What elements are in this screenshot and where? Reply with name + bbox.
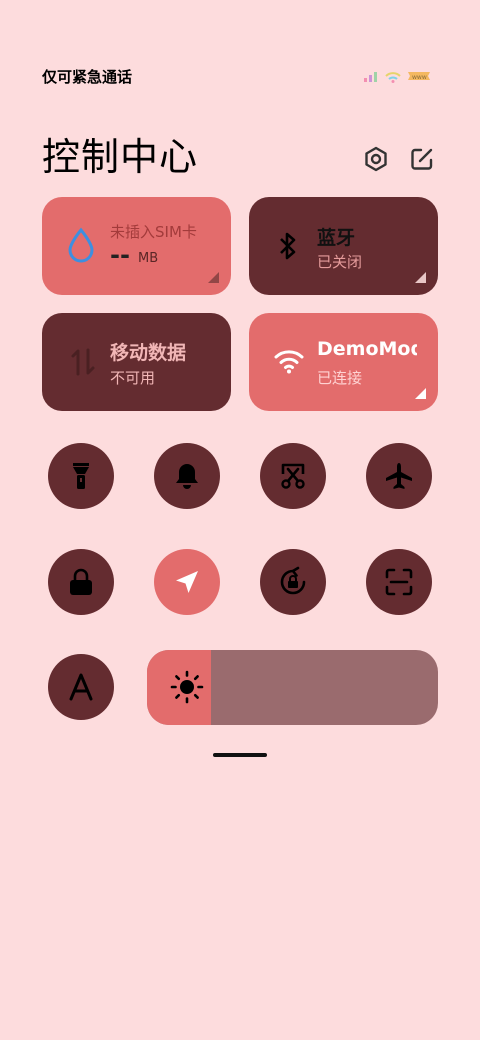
wifi-icon bbox=[274, 350, 304, 374]
page-title: 控制中心 bbox=[42, 135, 199, 179]
lock-icon bbox=[70, 568, 92, 595]
flashlight-icon bbox=[73, 463, 89, 489]
expand-corner-icon bbox=[415, 272, 426, 283]
bluetooth-icon bbox=[280, 232, 296, 260]
mobile-data-label: 移动数据 bbox=[110, 342, 187, 364]
scanner-toggle[interactable] bbox=[366, 549, 432, 615]
location-arrow-icon bbox=[176, 571, 198, 593]
data-usage-unit: MB bbox=[138, 251, 159, 266]
settings-button[interactable] bbox=[360, 143, 392, 175]
bluetooth-label: 蓝牙 bbox=[317, 227, 356, 249]
settings-icon bbox=[365, 146, 387, 172]
sun-icon bbox=[170, 670, 204, 704]
wifi-tile[interactable]: DemoMod 已连接 bbox=[249, 313, 438, 411]
data-arrows-icon bbox=[71, 348, 95, 376]
rotation-lock-icon bbox=[280, 566, 306, 595]
rotation-lock-toggle[interactable] bbox=[260, 549, 326, 615]
scan-icon bbox=[385, 568, 413, 596]
data-usage-value: -- bbox=[110, 241, 130, 269]
screenshot-toggle[interactable] bbox=[260, 443, 326, 509]
font-a-icon bbox=[69, 673, 93, 701]
airplane-icon bbox=[386, 463, 412, 489]
notification-toggle[interactable] bbox=[154, 443, 220, 509]
wifi-network-name: DemoMod bbox=[317, 338, 417, 360]
wifi-status: 已连接 bbox=[317, 369, 363, 387]
status-carrier-text: 仅可紧急通话 bbox=[42, 68, 133, 86]
bluetooth-tile[interactable]: 蓝牙 已关闭 bbox=[249, 197, 438, 295]
svg-text:www: www bbox=[412, 74, 427, 81]
brightness-slider[interactable] bbox=[147, 650, 438, 725]
airplane-mode-toggle[interactable] bbox=[366, 443, 432, 509]
edit-icon bbox=[411, 148, 433, 170]
status-icons: www bbox=[362, 66, 434, 86]
data-usage-label: 未插入SIM卡 bbox=[110, 223, 197, 241]
lock-screen-toggle[interactable] bbox=[48, 549, 114, 615]
font-size-toggle[interactable] bbox=[48, 654, 114, 720]
bluetooth-status: 已关闭 bbox=[317, 253, 363, 271]
mobile-data-status: 不可用 bbox=[110, 369, 156, 387]
edit-button[interactable] bbox=[406, 143, 438, 175]
signal-wifi-battery-icon: www bbox=[364, 72, 430, 83]
data-usage-tile[interactable]: 未插入SIM卡 -- MB bbox=[42, 197, 231, 295]
expand-corner-icon bbox=[415, 388, 426, 399]
expand-corner-icon bbox=[208, 272, 219, 283]
mobile-data-tile[interactable]: 移动数据 不可用 bbox=[42, 313, 231, 411]
drag-handle[interactable] bbox=[213, 753, 267, 757]
location-toggle[interactable] bbox=[154, 549, 220, 615]
scissors-icon bbox=[281, 463, 305, 489]
flashlight-toggle[interactable] bbox=[48, 443, 114, 509]
water-drop-icon bbox=[68, 227, 94, 263]
bell-icon bbox=[176, 464, 198, 489]
